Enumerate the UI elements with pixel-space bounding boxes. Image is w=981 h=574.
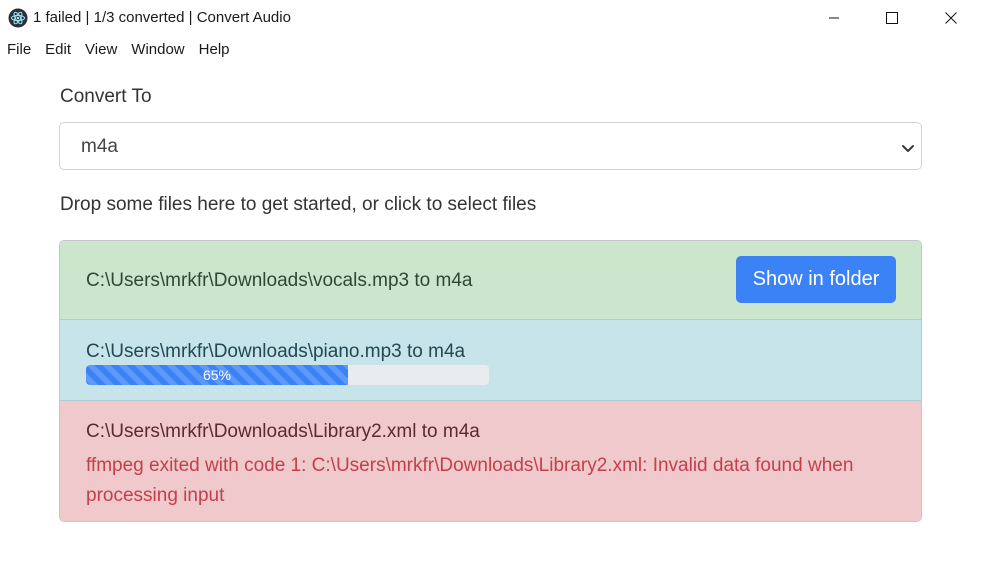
title-bar: 1 failed | 1/3 converted | Convert Audio xyxy=(0,0,981,36)
menu-window[interactable]: Window xyxy=(124,38,191,62)
maximize-button[interactable] xyxy=(869,0,915,36)
progress-bar: 65% xyxy=(86,365,489,385)
file-label: C:\Users\mrkfr\Downloads\piano.mp3 to m4… xyxy=(86,341,466,362)
convert-to-label: Convert To xyxy=(60,86,152,107)
file-row-success: C:\Users\mrkfr\Downloads\vocals.mp3 to m… xyxy=(60,241,921,320)
maximize-icon xyxy=(886,12,898,24)
file-list: C:\Users\mrkfr\Downloads\vocals.mp3 to m… xyxy=(59,240,922,522)
close-button[interactable] xyxy=(928,0,974,36)
chevron-down-icon xyxy=(901,141,915,159)
close-icon xyxy=(945,12,957,24)
file-row-in-progress: C:\Users\mrkfr\Downloads\piano.mp3 to m4… xyxy=(60,320,921,401)
menu-edit[interactable]: Edit xyxy=(38,38,78,62)
minimize-icon xyxy=(829,17,839,19)
menu-bar: File Edit View Window Help xyxy=(0,38,237,62)
file-row-failed: C:\Users\mrkfr\Downloads\Library2.xml to… xyxy=(60,401,921,521)
file-label: C:\Users\mrkfr\Downloads\vocals.mp3 to m… xyxy=(86,270,473,291)
menu-help[interactable]: Help xyxy=(192,38,237,62)
file-label: C:\Users\mrkfr\Downloads\Library2.xml to… xyxy=(86,421,480,442)
electron-icon xyxy=(8,8,28,28)
dropzone[interactable]: Drop some files here to get started, or … xyxy=(60,194,536,216)
format-select-value: m4a xyxy=(81,136,118,157)
error-message: ffmpeg exited with code 1: C:\Users\mrkf… xyxy=(86,455,854,506)
menu-file[interactable]: File xyxy=(0,38,38,62)
menu-view[interactable]: View xyxy=(78,38,124,62)
minimize-button[interactable] xyxy=(811,0,857,36)
window-title: 1 failed | 1/3 converted | Convert Audio xyxy=(33,9,291,26)
show-in-folder-button[interactable]: Show in folder xyxy=(736,256,896,303)
format-select[interactable]: m4a xyxy=(59,122,922,170)
progress-bar-fill: 65% xyxy=(86,365,348,385)
